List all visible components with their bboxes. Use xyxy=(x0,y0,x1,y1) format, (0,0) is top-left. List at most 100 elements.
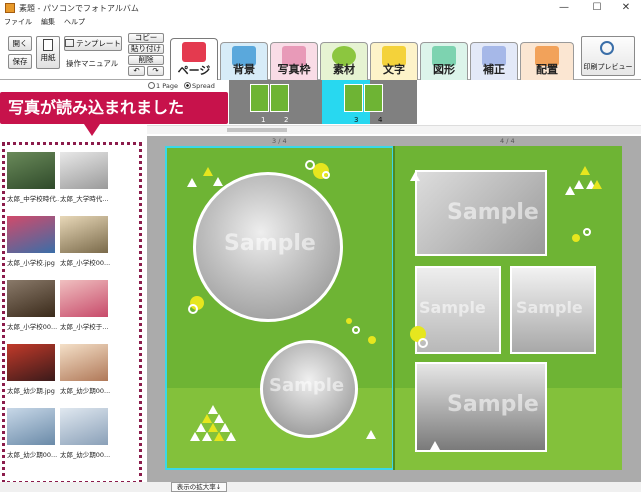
photo-frame-flowers[interactable]: Sample xyxy=(415,170,547,256)
photo-filename: 太郎_小学校.jpg xyxy=(7,259,55,267)
strip-scrollbar[interactable] xyxy=(147,125,641,134)
photo-list-panel: 太郎_中学校時代... 太郎_大学時代... 太郎_小学校.jpg 太郎_小学校00.… xyxy=(0,136,147,492)
photo-thumbnail[interactable] xyxy=(7,408,55,445)
radio-single-dot xyxy=(148,82,155,89)
thumb-page-2-number: 2 xyxy=(284,116,289,124)
dot-decoration xyxy=(305,160,315,170)
sample-watermark: Sample xyxy=(224,231,316,256)
tab-page-label: ページ xyxy=(177,64,211,77)
photo-filename: 太郎_幼少期00... xyxy=(60,387,111,395)
thumb-page-3[interactable] xyxy=(344,84,363,112)
triangle-decoration xyxy=(202,432,212,441)
thumb-page-1[interactable] xyxy=(250,84,269,112)
print-preview-label: 印刷プレビュー xyxy=(583,63,633,71)
triangle-decoration xyxy=(208,405,218,414)
redo-button[interactable]: ↷ xyxy=(147,66,164,76)
zoom-button[interactable]: 表示の拡大率↓ xyxy=(171,482,227,492)
triangle-decoration xyxy=(214,414,224,423)
right-page-number: 4 / 4 xyxy=(500,137,515,145)
photo-frame-shrine[interactable]: Sample xyxy=(415,362,547,452)
notification-callout: 写真が読み込まれました xyxy=(0,92,228,124)
triangle-decoration xyxy=(213,177,223,186)
photo-filename: 太郎_小学校00... xyxy=(7,323,58,331)
photo-thumbnail[interactable] xyxy=(60,152,108,189)
paper-button[interactable]: 用紙 xyxy=(36,36,60,69)
photo-thumbnail[interactable] xyxy=(60,280,108,317)
photo-thumbnail[interactable] xyxy=(7,152,55,189)
print-preview-button[interactable]: 印刷プレビュー xyxy=(581,36,635,76)
triangle-decoration xyxy=(214,432,224,441)
triangle-decoration xyxy=(220,423,230,432)
template-icon xyxy=(65,39,75,47)
triangle-decoration xyxy=(190,432,200,441)
photo-frame-garden[interactable]: Sample xyxy=(415,266,501,354)
radio-single-page[interactable]: 1 Page xyxy=(148,82,178,90)
photo-filename: 太郎_小学校00... xyxy=(60,259,111,267)
photo-filename: 太郎_小学校于... xyxy=(60,323,109,331)
maximize-button[interactable]: ☐ xyxy=(582,0,612,16)
photo-filename: 太郎_大学時代... xyxy=(60,195,109,203)
app-icon xyxy=(5,3,15,13)
sample-watermark: Sample xyxy=(516,298,583,317)
magnifier-icon xyxy=(600,41,614,55)
tab-shape-label: 図形 xyxy=(433,63,455,76)
save-button[interactable]: 保存 xyxy=(8,54,32,69)
status-bar: 表示の拡大率↓ xyxy=(0,482,641,492)
dot-decoration xyxy=(346,318,352,324)
tab-shape[interactable]: 図形 xyxy=(420,42,468,80)
toolbar: 開く 保存 用紙 テンプレート 操作マニュアル コピー 貼り付け 削除 ↶ ↷ … xyxy=(0,28,641,81)
photo-thumbnail[interactable] xyxy=(7,216,55,253)
photo-thumbnail[interactable] xyxy=(60,408,108,445)
tab-background[interactable]: 背景 xyxy=(220,42,268,80)
tab-frame[interactable]: 写真枠 xyxy=(270,42,318,80)
radio-spread[interactable]: Spread xyxy=(183,82,215,90)
photo-thumbnail[interactable] xyxy=(7,344,55,381)
thumb-page-2[interactable] xyxy=(270,84,289,112)
tab-page[interactable]: ページ xyxy=(170,38,218,81)
photo-frame-circle-small[interactable]: Sample xyxy=(260,340,358,438)
photo-thumbnail[interactable] xyxy=(60,216,108,253)
radio-spread-dot xyxy=(183,82,191,89)
close-button[interactable]: ✕ xyxy=(611,0,641,16)
photo-filename: 太郎_幼少期00... xyxy=(7,451,58,459)
photo-filename: 太郎_中学校時代... xyxy=(7,195,59,203)
tab-text-label: 文字 xyxy=(383,63,405,76)
menu-file[interactable]: ファイル xyxy=(4,17,32,27)
minimize-button[interactable]: — xyxy=(549,0,579,16)
triangle-decoration xyxy=(226,432,236,441)
photo-frame-clock-tower[interactable]: Sample xyxy=(510,266,596,354)
thumb-page-4[interactable] xyxy=(364,84,383,112)
window-title: 素題 - パソコンでフォトアルバム xyxy=(19,3,139,13)
view-mode-radios: 1 Page Spread xyxy=(148,82,215,90)
photo-thumbnail[interactable] xyxy=(7,280,55,317)
triangle-decoration xyxy=(430,441,440,450)
sample-watermark: Sample xyxy=(419,298,486,317)
tab-frame-label: 写真枠 xyxy=(277,63,311,76)
triangle-decoration xyxy=(208,423,218,432)
tab-correct[interactable]: 補正 xyxy=(470,42,518,80)
photo-filename: 太郎_幼少期.jpg xyxy=(7,387,55,395)
copy-button[interactable]: コピー xyxy=(128,33,164,43)
open-button[interactable]: 開く xyxy=(8,36,32,51)
photo-frame-circle-large[interactable]: Sample xyxy=(193,172,343,322)
paste-button[interactable]: 貼り付け xyxy=(128,44,164,54)
paper-icon xyxy=(43,39,53,51)
dot-decoration xyxy=(418,338,428,348)
undo-button[interactable]: ↶ xyxy=(128,66,145,76)
template-button[interactable]: テンプレート xyxy=(64,36,122,51)
tab-text[interactable]: 文字 xyxy=(370,42,418,80)
menu-edit[interactable]: 編集 xyxy=(41,17,55,27)
tab-material[interactable]: 素材 xyxy=(320,42,368,80)
sample-watermark: Sample xyxy=(447,392,539,417)
dot-decoration xyxy=(583,228,591,236)
photo-thumbnail[interactable] xyxy=(60,344,108,381)
sample-watermark: Sample xyxy=(269,375,345,396)
dot-decoration xyxy=(188,304,198,314)
tab-layout[interactable]: 配置 xyxy=(520,42,574,80)
scrollbar-thumb[interactable] xyxy=(227,128,287,132)
menu-help[interactable]: ヘルプ xyxy=(64,17,85,27)
delete-button[interactable]: 削除 xyxy=(128,55,164,65)
open-label: 開く xyxy=(12,39,28,48)
manual-link[interactable]: 操作マニュアル xyxy=(66,58,118,69)
triangle-decoration xyxy=(574,180,584,189)
